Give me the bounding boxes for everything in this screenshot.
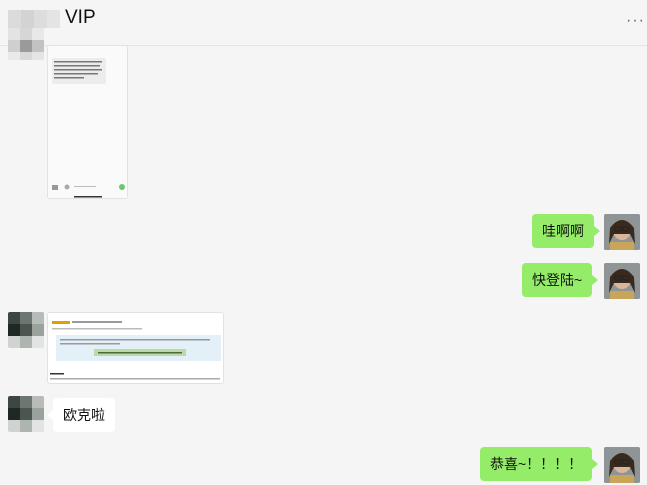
chat-header: VIP ··· [0, 0, 647, 46]
contact-name-blurred [8, 10, 60, 28]
my-avatar[interactable] [604, 447, 640, 483]
webpage-screenshot-image[interactable] [47, 312, 224, 384]
contact-avatar[interactable] [8, 28, 44, 60]
user-photo-icon [604, 214, 640, 250]
contact-avatar[interactable] [8, 396, 44, 432]
my-message-bubble[interactable]: 恭喜~！！！！ [480, 447, 599, 481]
user-photo-icon [604, 447, 640, 483]
phone-screenshot-thumbnail [48, 46, 127, 198]
chat-title: VIP [65, 7, 96, 28]
phone-screenshot-image[interactable] [47, 45, 128, 199]
more-options-icon[interactable]: ··· [626, 12, 645, 30]
webpage-screenshot-thumbnail [48, 313, 223, 383]
my-message-bubble[interactable]: 快登陆~ [522, 263, 599, 297]
my-message-bubble[interactable]: 哇啊啊 [532, 214, 600, 248]
my-avatar[interactable] [604, 214, 640, 250]
contact-message-bubble[interactable]: 欧克啦 [47, 398, 115, 432]
my-avatar[interactable] [604, 263, 640, 299]
contact-avatar[interactable] [8, 312, 44, 348]
user-photo-icon [604, 263, 640, 299]
